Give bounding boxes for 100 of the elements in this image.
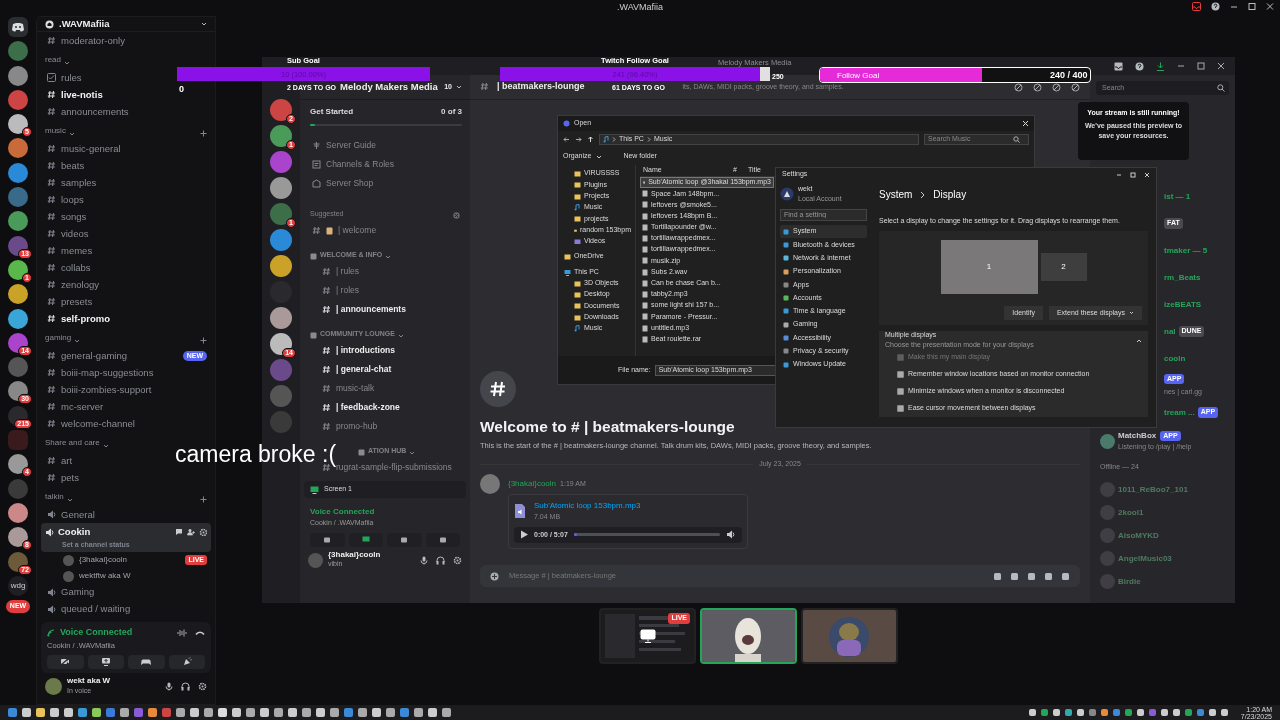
- server-icon[interactable]: [270, 255, 292, 277]
- forward-icon[interactable]: [575, 136, 582, 143]
- add-icon[interactable]: [490, 571, 499, 581]
- checkbox[interactable]: [897, 371, 904, 378]
- inbox-icon[interactable]: [1192, 2, 1201, 11]
- screen-share-button[interactable]: [87, 654, 124, 669]
- channel-name[interactable]: | general-chat: [336, 363, 392, 376]
- channel-name[interactable]: moderator-only: [61, 33, 125, 48]
- channel-name[interactable]: | feedback-zone: [336, 401, 400, 414]
- member-name[interactable]: MatchBox: [1118, 429, 1157, 442]
- channel-name[interactable]: presets: [61, 294, 93, 309]
- channel-name[interactable]: boiii-zombies-support: [61, 382, 152, 397]
- channel-name[interactable]: beats: [61, 158, 85, 173]
- inbox-icon[interactable]: [1114, 61, 1123, 71]
- server-icon[interactable]: [8, 89, 28, 110]
- channel-name[interactable]: rugrat-sample-flip-submissions: [336, 461, 452, 474]
- channel-name[interactable]: General: [61, 507, 95, 522]
- server-icon[interactable]: [8, 502, 28, 523]
- maximize-icon[interactable]: [1197, 62, 1205, 70]
- member-name[interactable]: tmaker — 5: [1164, 244, 1208, 257]
- camera-off-button[interactable]: [47, 654, 84, 669]
- settings-icon[interactable]: [199, 528, 207, 537]
- play-icon[interactable]: [520, 530, 528, 540]
- category-label[interactable]: talkin: [45, 491, 64, 504]
- plus-icon[interactable]: [200, 337, 207, 345]
- gamepad-button[interactable]: [128, 654, 165, 669]
- settings-icon[interactable]: [198, 681, 207, 691]
- channel-name[interactable]: mc-server: [61, 399, 104, 414]
- checkbox[interactable]: [897, 388, 904, 395]
- channel-name[interactable]: music-general: [61, 141, 121, 156]
- plus-icon[interactable]: [200, 496, 207, 504]
- member-name[interactable]: tream ...: [1164, 406, 1195, 419]
- message-author[interactable]: {3hakai}cooln: [508, 478, 557, 488]
- get-started-title[interactable]: Get Started: [310, 106, 354, 118]
- category-label[interactable]: read: [45, 54, 61, 67]
- menu-item[interactable]: Channels & Roles: [326, 158, 395, 171]
- channel-name[interactable]: art: [61, 453, 73, 468]
- channel-name[interactable]: | welcome: [338, 224, 377, 237]
- maximize-icon[interactable]: [1248, 2, 1256, 11]
- chat-icon[interactable]: [175, 528, 183, 537]
- channel-name[interactable]: samples: [61, 175, 97, 190]
- headphones-icon[interactable]: [436, 555, 445, 565]
- server-icon[interactable]: [270, 307, 292, 329]
- menu-item[interactable]: Server Guide: [326, 139, 377, 152]
- channel-name[interactable]: videos: [61, 226, 89, 241]
- channel-name[interactable]: | roles: [336, 284, 359, 297]
- close-icon[interactable]: [1217, 62, 1225, 70]
- channel-name[interactable]: promo-hub: [336, 420, 378, 433]
- voice-user-name[interactable]: wektftw aka W: [79, 570, 131, 582]
- chat-app-logo-icon[interactable]: [8, 17, 28, 37]
- sound-wave-icon[interactable]: [177, 628, 187, 637]
- help-icon[interactable]: [1211, 2, 1220, 11]
- server-icon[interactable]: [8, 162, 28, 183]
- member-name[interactable]: nal: [1164, 325, 1176, 338]
- category-label[interactable]: gaming: [45, 332, 72, 345]
- channel-name[interactable]: songs: [61, 209, 87, 224]
- checkbox[interactable]: [897, 405, 904, 412]
- member-name[interactable]: rm_Beats: [1164, 271, 1201, 284]
- dismiss-icon[interactable]: [453, 212, 460, 219]
- channel-name[interactable]: zenology: [61, 277, 100, 292]
- monitor-tile[interactable]: 2: [1040, 252, 1087, 281]
- close-icon[interactable]: [1144, 171, 1150, 178]
- channel-name[interactable]: boiii-map-suggestions: [61, 365, 154, 380]
- download-icon[interactable]: [1156, 61, 1165, 71]
- menu-item[interactable]: Server Shop: [326, 177, 374, 190]
- channel-name[interactable]: general-gaming: [61, 348, 127, 363]
- soundboard-button[interactable]: [168, 654, 205, 669]
- channel-name[interactable]: collabs: [61, 260, 91, 275]
- category-label[interactable]: music: [45, 125, 66, 138]
- channel-name[interactable]: pets: [61, 470, 79, 485]
- server-name[interactable]: .WAVMafiia: [59, 17, 110, 32]
- channel-name[interactable]: queued / waiting: [61, 602, 131, 617]
- channel-name[interactable]: self-promo: [61, 311, 111, 326]
- minimize-icon[interactable]: [1177, 62, 1185, 70]
- voice-user-name[interactable]: {3hakai}cooln: [79, 554, 128, 566]
- channel-name[interactable]: loops: [61, 192, 84, 207]
- server-icon[interactable]: [8, 211, 28, 232]
- microphone-icon[interactable]: [165, 681, 173, 691]
- soundboard-button[interactable]: [425, 532, 460, 547]
- file-link[interactable]: Sub'Atomic loop 153bpm.mp3: [534, 500, 641, 512]
- headphones-icon[interactable]: [181, 681, 190, 691]
- channel-name[interactable]: | introductions: [336, 344, 396, 357]
- server-icon[interactable]: [8, 284, 28, 305]
- back-icon[interactable]: [563, 136, 570, 143]
- up-icon[interactable]: [587, 136, 594, 143]
- member-name[interactable]: izeBEATS: [1164, 298, 1202, 311]
- microphone-icon[interactable]: [420, 555, 428, 565]
- gamepad-button[interactable]: [387, 532, 422, 547]
- plus-icon[interactable]: [200, 130, 207, 138]
- channel-name[interactable]: rules: [61, 70, 82, 85]
- maximize-icon[interactable]: [1130, 171, 1136, 178]
- server-icon[interactable]: [8, 308, 28, 329]
- monitor-tile[interactable]: 1: [940, 239, 1038, 294]
- settings-icon[interactable]: [453, 555, 462, 565]
- channel-name[interactable]: Gaming: [61, 585, 95, 600]
- server-icon[interactable]: [270, 229, 292, 251]
- invite-icon[interactable]: [187, 528, 195, 537]
- channel-name[interactable]: memes: [61, 243, 93, 258]
- channel-name[interactable]: | rules: [336, 265, 359, 278]
- server-icon[interactable]: [270, 151, 292, 173]
